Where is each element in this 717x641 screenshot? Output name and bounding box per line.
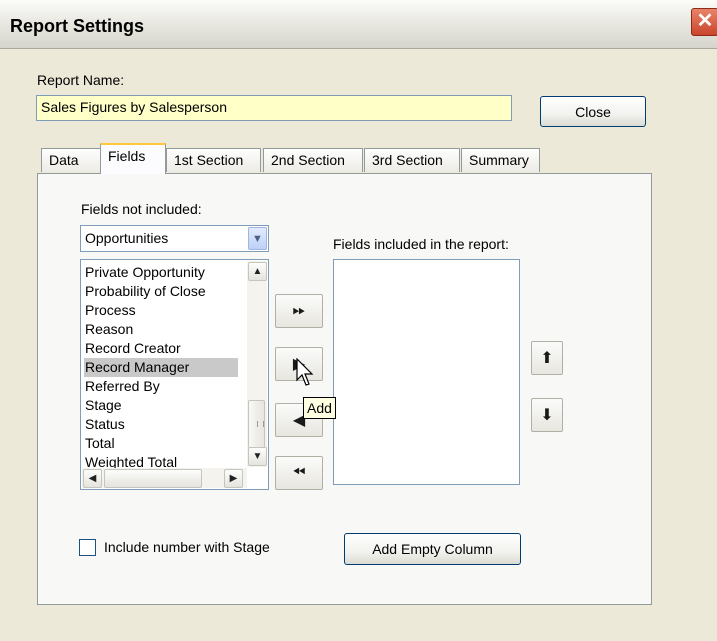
move-up-button[interactable]: ⬆ xyxy=(531,341,563,375)
scroll-down-icon[interactable]: ▼ xyxy=(248,447,267,466)
list-item[interactable]: Stage xyxy=(84,396,238,415)
vertical-scrollbar[interactable]: ▲ ▼ xyxy=(247,261,267,467)
fields-included-list[interactable] xyxy=(333,259,520,485)
add-all-button[interactable]: ⏩︎ xyxy=(275,294,323,328)
list-item[interactable]: Process xyxy=(84,301,238,320)
horizontal-scrollbar[interactable]: ◀ ▶ xyxy=(82,468,247,488)
grip-icon xyxy=(257,421,264,427)
add-empty-column-button[interactable]: Add Empty Column xyxy=(344,533,521,565)
double-right-arrow-icon: ⏩︎ xyxy=(292,302,306,319)
title-bar: Report Settings ✕ xyxy=(0,0,717,49)
close-button[interactable]: Close xyxy=(540,96,646,127)
include-number-label: Include number with Stage xyxy=(104,539,270,555)
remove-all-button[interactable]: ⏪︎ xyxy=(275,456,323,490)
up-arrow-icon: ⬆ xyxy=(540,350,554,367)
list-item[interactable]: Referred By xyxy=(84,377,238,396)
tab-1st-section[interactable]: 1st Section xyxy=(166,148,261,172)
list-item-selected[interactable]: Record Manager xyxy=(84,358,238,377)
list-item[interactable]: Total xyxy=(84,434,238,453)
scroll-up-icon[interactable]: ▲ xyxy=(248,262,267,281)
field-category-dropdown[interactable]: Opportunities ▼ xyxy=(80,225,269,252)
mouse-cursor-icon xyxy=(296,358,314,386)
report-name-input[interactable]: Sales Figures by Salesperson xyxy=(36,95,512,121)
list-item[interactable]: Private Opportunity xyxy=(84,263,238,282)
horizontal-scroll-thumb[interactable] xyxy=(104,469,202,488)
add-tooltip: Add xyxy=(303,397,336,419)
tab-data[interactable]: Data xyxy=(41,148,101,172)
field-category-value: Opportunities xyxy=(85,230,169,246)
window-close-icon[interactable]: ✕ xyxy=(691,8,717,36)
scroll-left-icon[interactable]: ◀ xyxy=(83,469,102,488)
down-arrow-icon: ⬇ xyxy=(540,407,554,424)
fields-not-included-label: Fields not included: xyxy=(81,201,202,217)
list-item[interactable]: Reason xyxy=(84,320,238,339)
scroll-right-icon[interactable]: ▶ xyxy=(224,469,243,488)
fields-included-label: Fields included in the report: xyxy=(333,236,509,252)
report-settings-window: Report Settings ✕ Report Name: Sales Fig… xyxy=(0,0,717,641)
tab-summary[interactable]: Summary xyxy=(461,148,540,172)
list-item[interactable]: Record Creator xyxy=(84,339,238,358)
tab-fields[interactable]: Fields xyxy=(100,143,166,174)
fields-not-included-list[interactable]: Private Opportunity Probability of Close… xyxy=(80,259,269,490)
move-down-button[interactable]: ⬇ xyxy=(531,398,563,432)
list-item[interactable]: Probability of Close xyxy=(84,282,238,301)
double-left-arrow-icon: ⏪︎ xyxy=(292,464,306,481)
tab-2nd-section[interactable]: 2nd Section xyxy=(263,148,363,172)
list-item[interactable]: Status xyxy=(84,415,238,434)
chevron-down-icon[interactable]: ▼ xyxy=(248,227,267,250)
tab-3rd-section[interactable]: 3rd Section xyxy=(364,148,460,172)
report-name-label: Report Name: xyxy=(37,72,125,88)
window-title: Report Settings xyxy=(10,16,145,36)
vertical-scroll-thumb[interactable] xyxy=(248,400,265,448)
include-number-checkbox[interactable] xyxy=(79,539,96,556)
